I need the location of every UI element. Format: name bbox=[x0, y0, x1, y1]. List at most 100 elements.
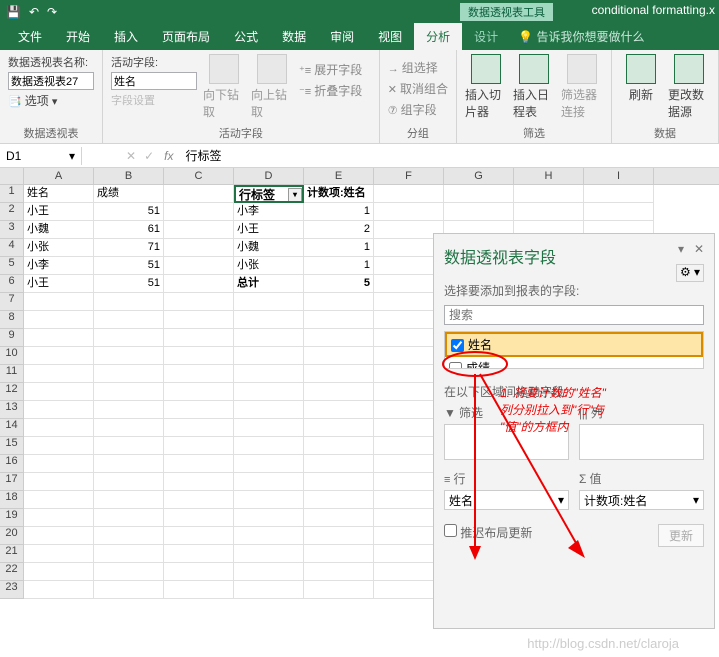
enter-formula-icon[interactable]: ✓ bbox=[140, 149, 158, 163]
cell[interactable] bbox=[164, 455, 234, 473]
cell[interactable] bbox=[234, 509, 304, 527]
cell[interactable] bbox=[164, 365, 234, 383]
cell[interactable] bbox=[304, 347, 374, 365]
cell[interactable] bbox=[234, 437, 304, 455]
row-header[interactable]: 3 bbox=[0, 221, 24, 239]
cell[interactable]: 小李 bbox=[234, 203, 304, 221]
row-header[interactable]: 17 bbox=[0, 473, 24, 491]
cell[interactable]: 计数项:姓名 bbox=[304, 185, 374, 203]
cell[interactable]: 小王 bbox=[234, 221, 304, 239]
cell[interactable] bbox=[234, 347, 304, 365]
cell[interactable] bbox=[304, 509, 374, 527]
cell[interactable] bbox=[164, 419, 234, 437]
cell[interactable] bbox=[444, 185, 514, 203]
group-field-button[interactable]: ⑦ 组字段 bbox=[388, 100, 448, 119]
cell[interactable] bbox=[24, 581, 94, 599]
undo-icon[interactable]: ↶ bbox=[29, 5, 39, 19]
cell[interactable] bbox=[24, 401, 94, 419]
cell[interactable] bbox=[164, 239, 234, 257]
cell[interactable] bbox=[164, 545, 234, 563]
name-box[interactable]: D1▾ bbox=[0, 147, 82, 165]
cell[interactable]: 小张 bbox=[234, 257, 304, 275]
cell[interactable] bbox=[24, 419, 94, 437]
cell[interactable] bbox=[304, 311, 374, 329]
cell[interactable] bbox=[234, 491, 304, 509]
expand-field-button[interactable]: ⁺≡ 展开字段 bbox=[299, 60, 362, 79]
cell[interactable]: 51 bbox=[94, 203, 164, 221]
cell[interactable] bbox=[304, 329, 374, 347]
cell[interactable] bbox=[164, 509, 234, 527]
row-header[interactable]: 2 bbox=[0, 203, 24, 221]
col-header[interactable]: I bbox=[584, 168, 654, 184]
cell[interactable] bbox=[24, 509, 94, 527]
row-header[interactable]: 11 bbox=[0, 365, 24, 383]
chevron-down-icon[interactable]: ▾ bbox=[693, 493, 699, 507]
cell[interactable] bbox=[94, 455, 164, 473]
cell[interactable] bbox=[304, 527, 374, 545]
cell[interactable] bbox=[94, 563, 164, 581]
cell[interactable] bbox=[444, 203, 514, 221]
row-header[interactable]: 10 bbox=[0, 347, 24, 365]
cell[interactable] bbox=[164, 329, 234, 347]
cell[interactable] bbox=[164, 383, 234, 401]
cell[interactable]: 5 bbox=[304, 275, 374, 293]
cell[interactable] bbox=[164, 347, 234, 365]
cell[interactable] bbox=[584, 185, 654, 203]
tab-design[interactable]: 设计 bbox=[462, 23, 510, 50]
insert-slicer-button[interactable]: 插入切片器 bbox=[465, 54, 507, 120]
cell[interactable] bbox=[164, 203, 234, 221]
defer-checkbox[interactable] bbox=[444, 524, 457, 537]
pivot-options-button[interactable]: 📑 选项 ▾ bbox=[8, 92, 94, 109]
row-header[interactable]: 7 bbox=[0, 293, 24, 311]
rows-field-item[interactable]: 姓名▾ bbox=[444, 490, 569, 510]
cell[interactable] bbox=[94, 509, 164, 527]
cell[interactable] bbox=[24, 545, 94, 563]
cancel-formula-icon[interactable]: ✕ bbox=[122, 149, 140, 163]
ungroup-button[interactable]: ✕ 取消组合 bbox=[388, 79, 448, 98]
formula-bar[interactable]: 行标签 bbox=[179, 145, 719, 166]
col-header[interactable]: F bbox=[374, 168, 444, 184]
field-checkbox[interactable] bbox=[451, 339, 464, 352]
row-header[interactable]: 4 bbox=[0, 239, 24, 257]
area-columns[interactable]: ||| 列 bbox=[579, 404, 704, 460]
cell[interactable] bbox=[164, 293, 234, 311]
cell[interactable] bbox=[304, 365, 374, 383]
row-header[interactable]: 13 bbox=[0, 401, 24, 419]
cell[interactable] bbox=[94, 419, 164, 437]
field-settings-button[interactable]: 字段设置 bbox=[111, 92, 197, 108]
cell[interactable] bbox=[94, 401, 164, 419]
col-header[interactable]: H bbox=[514, 168, 584, 184]
cell[interactable] bbox=[304, 581, 374, 599]
cell[interactable] bbox=[24, 383, 94, 401]
cell[interactable] bbox=[24, 293, 94, 311]
cell[interactable] bbox=[234, 311, 304, 329]
chevron-down-icon[interactable]: ▾ bbox=[558, 493, 564, 507]
cell[interactable] bbox=[234, 365, 304, 383]
cell[interactable] bbox=[304, 383, 374, 401]
cell[interactable]: 小王 bbox=[24, 275, 94, 293]
cell[interactable] bbox=[94, 329, 164, 347]
cell[interactable] bbox=[584, 203, 654, 221]
cell[interactable] bbox=[234, 383, 304, 401]
tab-analyze[interactable]: 分析 bbox=[414, 23, 462, 50]
cell[interactable] bbox=[304, 455, 374, 473]
cell[interactable] bbox=[94, 293, 164, 311]
cell[interactable] bbox=[24, 455, 94, 473]
group-select-button[interactable]: → 组选择 bbox=[388, 58, 448, 77]
cell[interactable] bbox=[234, 545, 304, 563]
cell[interactable] bbox=[234, 401, 304, 419]
close-icon[interactable]: ✕ bbox=[694, 242, 704, 256]
cell[interactable] bbox=[164, 491, 234, 509]
cell[interactable] bbox=[164, 437, 234, 455]
row-header[interactable]: 8 bbox=[0, 311, 24, 329]
cell[interactable] bbox=[164, 185, 234, 203]
cell[interactable] bbox=[234, 419, 304, 437]
cell[interactable] bbox=[164, 401, 234, 419]
cell[interactable]: 小魏 bbox=[234, 239, 304, 257]
cell[interactable] bbox=[94, 365, 164, 383]
cell[interactable] bbox=[94, 491, 164, 509]
cell[interactable]: 2 bbox=[304, 221, 374, 239]
cell[interactable] bbox=[24, 365, 94, 383]
cell[interactable] bbox=[24, 437, 94, 455]
cell[interactable] bbox=[374, 185, 444, 203]
